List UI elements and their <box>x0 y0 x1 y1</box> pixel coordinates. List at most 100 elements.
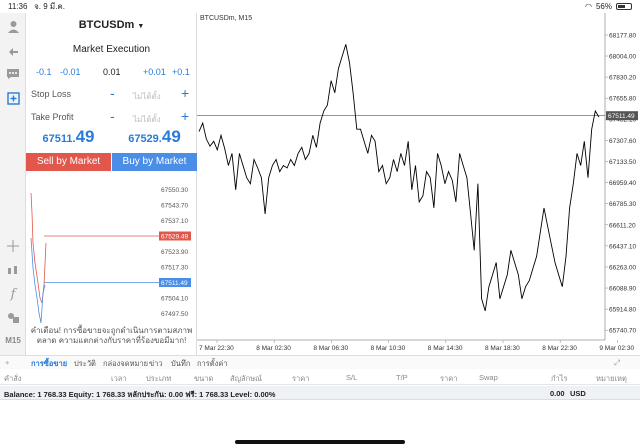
col-comment: หมายเหตุ <box>596 374 627 383</box>
crosshair-icon[interactable] <box>4 237 22 255</box>
lot-plus-0-1[interactable]: +0.1 <box>172 67 190 77</box>
left-toolbar: f M15 <box>0 13 26 355</box>
objects-icon[interactable] <box>4 309 22 327</box>
col-profit: กำไร <box>551 374 568 383</box>
y-tick-label: 67133.50 <box>609 159 636 166</box>
status-bar: 11:36 จ. 9 มี.ค. ◠ 56% <box>0 0 640 13</box>
stop-loss-minus-button[interactable]: - <box>110 85 115 101</box>
col-tp: T/P <box>396 373 408 382</box>
tick-level-label: 67497.50 <box>161 311 188 318</box>
tick-level-label: 67537.10 <box>161 218 188 225</box>
function-icon[interactable]: f <box>4 285 22 303</box>
chart-svg: 68177.8068004.0067830.2067655.8067482.10… <box>197 13 640 355</box>
wifi-icon: ◠ <box>585 2 592 11</box>
tick-level-label: 67517.30 <box>161 265 188 272</box>
add-icon[interactable]: + <box>5 358 9 367</box>
symbol-name: BTCUSDm <box>78 19 135 31</box>
y-tick-label: 67307.60 <box>609 138 636 145</box>
x-tick-label: 8 Mar 06:30 <box>313 345 348 352</box>
y-tick-label: 66959.40 <box>609 180 636 187</box>
col-symbol: สัญลักษณ์ <box>230 374 263 383</box>
trade-table-header: คำสั่ง เวลา ประเภท ขนาด สัญลักษณ์ ราคา S… <box>0 369 640 385</box>
account-icon[interactable] <box>4 17 22 35</box>
ask-price-prefix: 67529. <box>128 133 162 145</box>
col-swap: Swap <box>479 373 498 382</box>
status-date: จ. 9 มี.ค. <box>34 2 65 11</box>
buy-by-market-button[interactable]: Buy by Market <box>112 153 197 171</box>
battery-percent: 56% <box>595 2 612 11</box>
stop-loss-input[interactable]: ไม่ได้ตั้ง <box>133 90 161 103</box>
col-price: ราคา <box>292 374 310 383</box>
y-tick-label: 66437.10 <box>609 243 636 250</box>
take-profit-minus-button[interactable]: - <box>110 108 115 124</box>
tick-level-label: 67523.90 <box>161 249 188 256</box>
x-tick-label: 8 Mar 14:30 <box>428 345 463 352</box>
col-price-current: ราคา <box>440 374 458 383</box>
expand-icon[interactable]: ⤢ <box>614 358 620 368</box>
ask-price: 67529. 49 <box>112 127 197 153</box>
x-tick-label: 9 Mar 02:30 <box>599 345 634 352</box>
y-tick-label: 66088.90 <box>609 286 636 293</box>
new-order-icon[interactable] <box>4 89 22 107</box>
x-tick-label: 7 Mar 22:30 <box>199 345 234 352</box>
total-profit: 0.00 <box>550 389 565 398</box>
y-tick-label: 67655.80 <box>609 96 636 103</box>
lot-value[interactable]: 0.01 <box>103 67 121 77</box>
y-tick-label: 66785.30 <box>609 201 636 208</box>
tick-level-label: 67550.30 <box>161 187 188 194</box>
chat-icon[interactable] <box>4 65 22 83</box>
trade-arrows-icon[interactable] <box>4 41 22 59</box>
stop-loss-label: Stop Loss <box>31 89 72 99</box>
timeframe-button[interactable]: M15 <box>4 331 22 349</box>
take-profit-label: Take Profit <box>31 112 74 122</box>
x-tick-label: 8 Mar 18:30 <box>485 345 520 352</box>
price-chart[interactable]: BTCUSDm, M15 68177.80 68004.00 67830.20 676… <box>197 13 640 355</box>
execution-type[interactable]: Market Execution <box>26 44 197 55</box>
ask-tick-line <box>30 192 47 304</box>
x-tick-label: 8 Mar 10:30 <box>371 345 406 352</box>
symbol-selector[interactable]: BTCUSDm ▼ <box>26 19 197 31</box>
y-tick-label: 68004.00 <box>609 54 636 61</box>
take-profit-plus-button[interactable]: + <box>181 108 189 124</box>
col-order: คำสั่ง <box>4 374 22 383</box>
chart-title: BTCUSDm, M15 <box>200 15 253 22</box>
battery-icon <box>616 3 632 10</box>
col-type: ประเภท <box>146 374 172 383</box>
stop-loss-row: Stop Loss - ไม่ได้ตั้ง + <box>26 85 197 105</box>
x-tick-label: 8 Mar 02:30 <box>256 345 291 352</box>
lot-minus-0-1[interactable]: -0.1 <box>36 67 52 77</box>
currency: USD <box>570 389 586 398</box>
warning-text: คำเตือน! การซื้อขายจะถูกดำเนินการตามสภาพ… <box>30 326 193 345</box>
bid-price-prefix: 67511. <box>42 133 76 145</box>
bid-price-big: 49 <box>75 127 95 146</box>
lot-minus-0-01[interactable]: -0.01 <box>60 67 81 77</box>
y-tick-label: 65914.80 <box>609 307 636 314</box>
y-tick-label: 66611.20 <box>609 222 636 229</box>
bottom-tabs: + การซื้อขาย ประวัติ กล่องจดหมาย ข่าว บั… <box>0 355 640 369</box>
indicators-icon[interactable] <box>4 261 22 279</box>
chevron-down-icon: ▼ <box>137 23 145 30</box>
y-tick-label: 67830.20 <box>609 75 636 82</box>
home-indicator <box>235 440 405 444</box>
lot-plus-0-01[interactable]: +0.01 <box>143 67 166 77</box>
balance-row: Balance: 1 768.33 Equity: 1 768.33 หลักป… <box>0 386 640 400</box>
col-sl: S/L <box>346 373 358 382</box>
balance-text: Balance: 1 768.33 Equity: 1 768.33 หลักป… <box>4 390 276 399</box>
tick-level-label: 67543.70 <box>161 203 188 210</box>
x-tick-label: 8 Mar 22:30 <box>542 345 577 352</box>
col-time: เวลา <box>111 374 127 383</box>
order-panel: BTCUSDm ▼ Market Execution -0.1 -0.01 0.… <box>26 13 197 355</box>
current-price-label: 67511.49 <box>608 113 635 120</box>
take-profit-input[interactable]: ไม่ได้ตั้ง <box>133 113 161 126</box>
stop-loss-plus-button[interactable]: + <box>181 85 189 101</box>
y-tick-label: 65740.70 <box>609 328 636 335</box>
col-size: ขนาด <box>194 374 214 383</box>
tick-level-label: 67529.49 <box>161 234 188 241</box>
y-tick-label: 66263.00 <box>609 264 636 271</box>
take-profit-row: Take Profit - ไม่ได้ตั้ง + <box>26 108 197 128</box>
y-tick-label: 68177.80 <box>609 32 636 39</box>
sell-by-market-button[interactable]: Sell by Market <box>26 153 111 171</box>
price-series-line <box>198 44 600 312</box>
tick-chart: 67550.30 67543.70 67537.10 67529.49 67523.90… <box>30 187 191 323</box>
tick-level-label: 67504.10 <box>161 296 188 303</box>
